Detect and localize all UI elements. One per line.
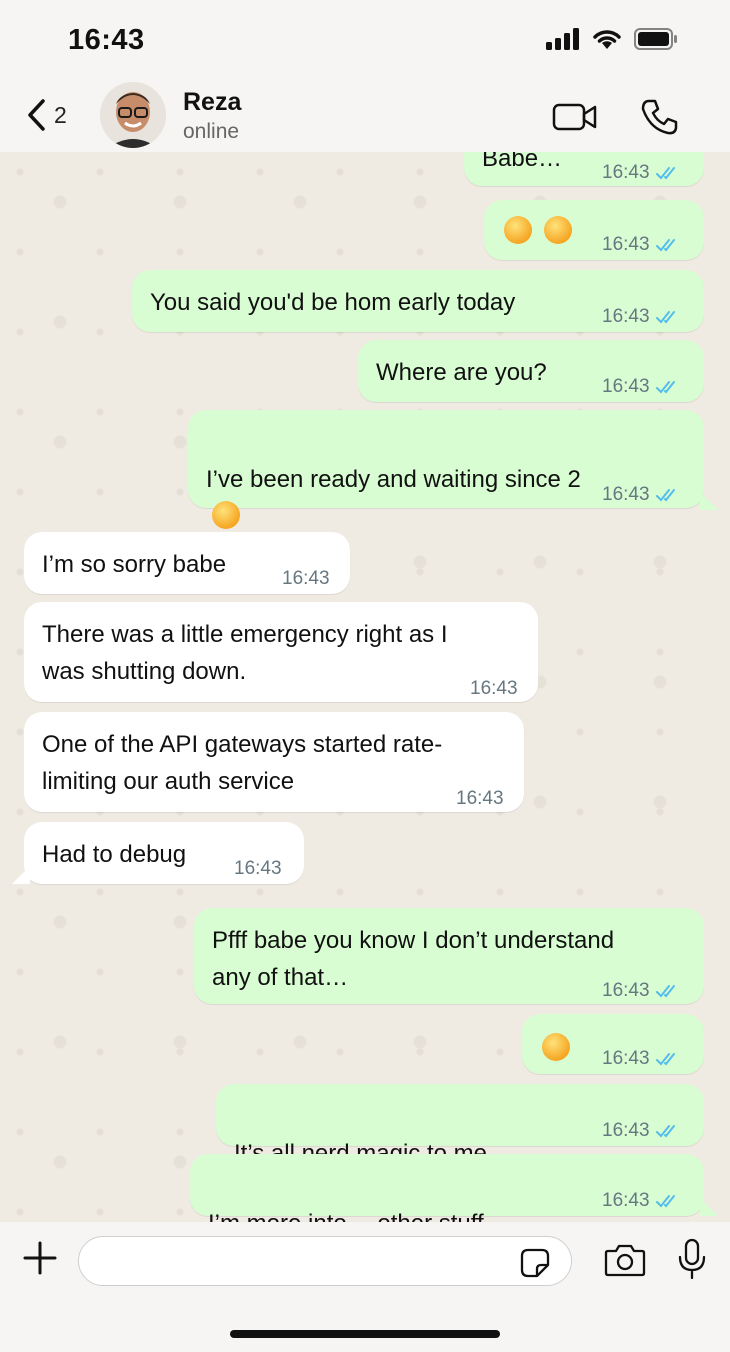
message-text: I’m so sorry babe bbox=[42, 551, 227, 578]
avatar-portrait bbox=[100, 82, 166, 148]
read-receipt-icon bbox=[655, 984, 675, 997]
message-bubble-incoming[interactable]: There was a little emergency right as I … bbox=[24, 602, 538, 702]
back-chevron-icon bbox=[28, 99, 45, 131]
message-bubble-outgoing[interactable]: Where are you? 16:43 bbox=[358, 340, 704, 402]
contact-name[interactable]: Reza bbox=[183, 88, 241, 117]
battery-icon bbox=[634, 28, 677, 50]
message-text: Pfff babe you know I don’t understand an… bbox=[212, 927, 615, 991]
message-bubble-outgoing[interactable]: Babe… 16:43 bbox=[464, 152, 704, 186]
message-time: 16:43 bbox=[282, 568, 330, 589]
contact-status: online bbox=[183, 120, 240, 143]
sticker-icon[interactable] bbox=[520, 1248, 550, 1278]
message-bubble-incoming[interactable]: Had to debug 16:43 bbox=[24, 822, 304, 884]
message-bubble-incoming[interactable]: I’m so sorry babe 16:43 bbox=[24, 532, 350, 594]
squinting-tongue-emoji bbox=[542, 1033, 570, 1061]
message-bubble-outgoing[interactable]: I’ve been ready and waiting since 2 16:4… bbox=[188, 410, 704, 529]
plus-icon[interactable] bbox=[22, 1240, 58, 1276]
status-time: 16:43 bbox=[68, 24, 145, 56]
pleading-face-emoji bbox=[212, 501, 240, 529]
tired-face-emoji bbox=[504, 216, 532, 244]
unread-count: 2 bbox=[54, 101, 67, 128]
read-receipt-icon bbox=[655, 1194, 675, 1207]
read-receipt-icon bbox=[655, 238, 675, 251]
status-bar: 16:43 bbox=[0, 0, 730, 80]
message-time: 16:43 bbox=[602, 980, 650, 1001]
message-text: I’m more into… other stuff bbox=[208, 1210, 484, 1222]
read-receipt-icon bbox=[655, 166, 675, 179]
read-receipt-icon bbox=[655, 310, 675, 323]
message-time: 16:43 bbox=[602, 162, 650, 183]
status-icons bbox=[546, 28, 678, 50]
message-text: Babe… bbox=[482, 152, 563, 172]
message-time: 16:43 bbox=[234, 858, 282, 879]
message-time: 16:43 bbox=[456, 788, 504, 809]
message-time: 16:43 bbox=[602, 306, 650, 327]
message-time: 16:43 bbox=[470, 678, 518, 699]
message-text: One of the API gateways started rate- li… bbox=[42, 731, 443, 795]
message-time: 16:43 bbox=[602, 376, 650, 397]
message-text: Where are you? bbox=[376, 359, 547, 386]
message-time: 16:43 bbox=[602, 1190, 650, 1211]
video-call-icon[interactable] bbox=[552, 102, 598, 132]
read-receipt-icon bbox=[655, 380, 675, 393]
signal-icon bbox=[546, 28, 579, 50]
message-bubble-outgoing[interactable]: 16:43 bbox=[522, 1014, 704, 1074]
camera-icon[interactable] bbox=[604, 1242, 646, 1278]
chat-area[interactable]: Babe… 16:43 16:43 You said you'd be hom … bbox=[0, 152, 730, 1222]
phone-icon[interactable] bbox=[640, 98, 678, 136]
back-button[interactable]: 2 bbox=[26, 98, 67, 132]
message-time: 16:43 bbox=[602, 1120, 650, 1141]
message-time: 16:43 bbox=[602, 1048, 650, 1069]
read-receipt-icon bbox=[655, 488, 675, 501]
message-bubble-outgoing[interactable]: Pfff babe you know I don’t understand an… bbox=[194, 908, 704, 1004]
chat-header: 2 Reza online bbox=[0, 80, 730, 152]
message-input[interactable] bbox=[78, 1236, 572, 1286]
read-receipt-icon bbox=[655, 1124, 675, 1137]
message-time: 16:43 bbox=[602, 484, 650, 505]
message-bubble-outgoing[interactable]: It’s all nerd magic to me 16:43 bbox=[216, 1084, 704, 1203]
message-text: You said you'd be hom early today bbox=[150, 289, 516, 316]
message-bubble-outgoing[interactable]: You said you'd be hom early today 16:43 bbox=[132, 270, 704, 332]
avatar[interactable] bbox=[100, 82, 166, 148]
wifi-icon bbox=[593, 30, 621, 49]
message-text: Had to debug bbox=[42, 841, 187, 868]
message-text: I’ve been ready and waiting since 2 bbox=[206, 466, 581, 493]
message-bubble-outgoing[interactable]: I’m more into… other stuff 16:43 bbox=[190, 1154, 704, 1222]
message-bubble-outgoing[interactable]: 16:43 bbox=[484, 200, 704, 260]
home-indicator[interactable] bbox=[230, 1330, 500, 1338]
message-text: There was a little emergency right as I … bbox=[42, 621, 448, 685]
message-bubble-incoming[interactable]: One of the API gateways started rate- li… bbox=[24, 712, 524, 812]
read-receipt-icon bbox=[655, 1052, 675, 1065]
mic-icon[interactable] bbox=[676, 1238, 708, 1280]
tired-face-emoji bbox=[544, 216, 572, 244]
message-time: 16:43 bbox=[602, 234, 650, 255]
